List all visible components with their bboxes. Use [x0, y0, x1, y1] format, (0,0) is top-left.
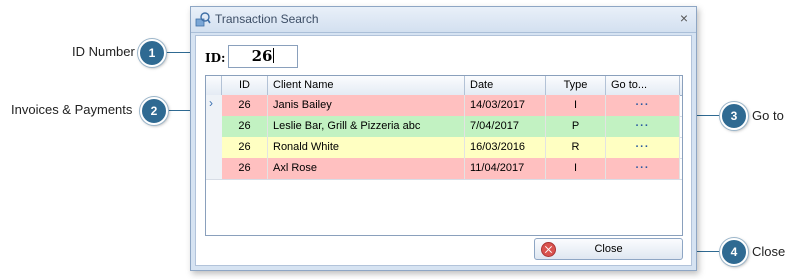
cell-date: 11/04/2017 [465, 158, 546, 179]
callout-label-id-number: ID Number [72, 44, 135, 59]
callout-label-go-to: Go to [752, 108, 784, 123]
stop-icon [541, 242, 556, 257]
column-header-type[interactable]: Type [546, 76, 606, 95]
close-button-label: Close [594, 243, 623, 255]
cell-date: 16/03/2016 [465, 137, 546, 158]
cell-id: 26 [222, 116, 268, 137]
cell-go-to-button[interactable]: ··· [606, 95, 680, 116]
window-title: Transaction Search [215, 12, 319, 26]
header-indicator [206, 76, 222, 95]
table-row[interactable]: › 26 Janis Bailey 14/03/2017 I ··· [206, 95, 682, 117]
cell-type: I [546, 158, 606, 179]
column-header-date[interactable]: Date [465, 76, 546, 95]
id-input-value: 26 [251, 47, 273, 65]
row-indicator[interactable] [206, 137, 223, 158]
cell-go-to-button[interactable]: ··· [606, 116, 680, 137]
cell-id: 26 [222, 137, 268, 158]
cell-id: 26 [222, 158, 268, 179]
table-row[interactable]: 26 Leslie Bar, Grill & Pizzeria abc 7/04/2… [206, 116, 682, 138]
grid-header: ID Client Name Date Type Go to... [206, 76, 682, 96]
text-caret [273, 48, 275, 63]
dialog-body: ID: 26 ID Client Name Date Type Go to...… [195, 35, 692, 266]
cell-type: I [546, 95, 606, 116]
callout-badge-3: 3 [720, 102, 748, 130]
table-row[interactable]: 26 Axl Rose 11/04/2017 I ··· [206, 158, 682, 180]
cell-type: R [546, 137, 606, 158]
table-row[interactable]: 26 Ronald White 16/03/2016 R ··· [206, 137, 682, 159]
cell-client-name: Ronald White [268, 137, 465, 158]
cell-type: P [546, 116, 606, 137]
close-button[interactable]: Close [534, 238, 683, 260]
window-close-icon[interactable]: × [680, 10, 688, 26]
cell-client-name: Leslie Bar, Grill & Pizzeria abc [268, 116, 465, 137]
cell-go-to-button[interactable]: ··· [606, 158, 680, 179]
callout-badge-2: 2 [140, 97, 168, 125]
cell-date: 14/03/2017 [465, 95, 546, 116]
app-search-icon [195, 12, 211, 27]
column-header-go-to[interactable]: Go to... [606, 76, 680, 95]
id-input[interactable]: 26 [228, 45, 298, 68]
cell-date: 7/04/2017 [465, 116, 546, 137]
column-header-id[interactable]: ID [222, 76, 268, 95]
callout-badge-1: 1 [138, 39, 166, 67]
chevron-right-icon: › [209, 96, 213, 110]
cell-go-to-button[interactable]: ··· [606, 137, 680, 158]
callout-badge-4: 4 [720, 238, 748, 266]
callout-label-close: Close [752, 244, 786, 259]
id-label: ID: [205, 51, 226, 65]
transaction-search-window: Transaction Search × ID: 26 ID Client Na… [190, 6, 697, 271]
row-indicator[interactable]: › [206, 95, 223, 116]
title-bar[interactable]: Transaction Search × [191, 7, 696, 33]
cell-id: 26 [222, 95, 268, 116]
row-indicator[interactable] [206, 158, 223, 179]
callout-label-invoices-payments: Invoices & Payments [11, 102, 133, 117]
cell-client-name: Janis Bailey [268, 95, 465, 116]
column-header-client-name[interactable]: Client Name [268, 76, 465, 95]
row-indicator[interactable] [206, 116, 223, 137]
cell-client-name: Axl Rose [268, 158, 465, 179]
transactions-grid: ID Client Name Date Type Go to... › 26 Jan… [205, 75, 683, 236]
